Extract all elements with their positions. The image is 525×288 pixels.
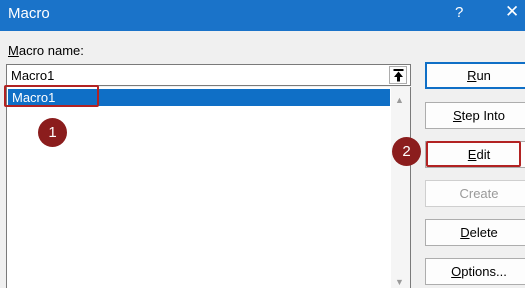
highlight-box-macro	[4, 85, 99, 107]
scroll-down-icon[interactable]: ▼	[395, 277, 404, 287]
help-button[interactable]: ?	[455, 4, 463, 21]
run-button[interactable]: Run	[425, 62, 525, 89]
list-scrollbar[interactable]: ▲ ▼	[391, 87, 410, 288]
macro-name-value: Macro1	[11, 68, 55, 83]
scroll-up-icon[interactable]: ▲	[395, 95, 404, 105]
upload-icon[interactable]	[389, 66, 407, 84]
macro-list[interactable]: Macro1 ▲ ▼	[6, 87, 411, 288]
options-button[interactable]: Options...	[425, 258, 525, 285]
create-button: Create	[425, 180, 525, 207]
macro-name-input[interactable]: Macro1	[6, 64, 411, 86]
macro-name-label: Macro name:	[8, 43, 84, 58]
close-button[interactable]: ✕	[505, 2, 519, 22]
window-title: Macro	[8, 5, 50, 22]
callout-badge-1: 1	[38, 118, 67, 147]
title-bar: Macro ? ✕	[0, 0, 525, 31]
step-into-button[interactable]: Step Into	[425, 102, 525, 129]
delete-button[interactable]: Delete	[425, 219, 525, 246]
highlight-box-edit	[426, 141, 521, 167]
callout-badge-2: 2	[392, 137, 421, 166]
